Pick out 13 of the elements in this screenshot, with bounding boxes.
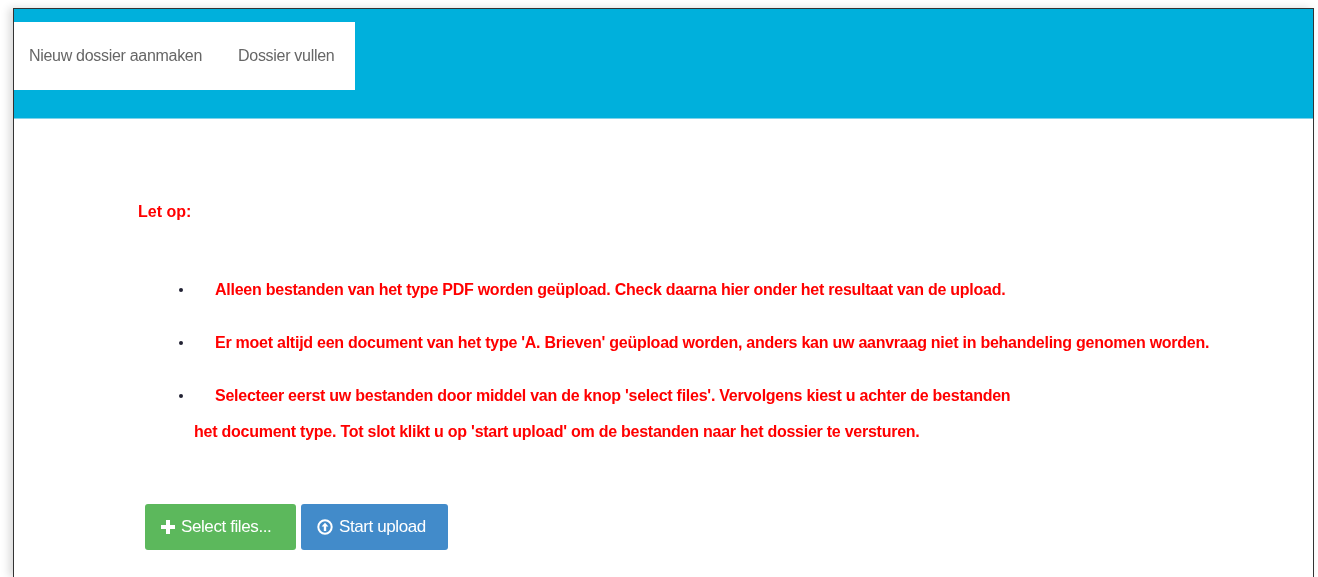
plus-icon [161,520,175,534]
bullet-icon [179,394,183,398]
bullet-icon [179,288,183,292]
nav-link[interactable]: Nieuw dossier aanmaken [14,47,221,65]
notice-text: Selecteer eerst uw bestanden door middel van de knop 'select files'. Vervolgens kiest u achter de bestanden [215,387,1011,405]
nav-link[interactable]: Dossier vullen [220,47,353,65]
notice-text: het document type. Tot slot klikt u op 'start upload' om de bestanden naar het dossier te versturen. [193,423,921,441]
notice-heading: Let op: [138,203,193,221]
start-upload-button[interactable]: Start upload [301,504,448,550]
notice-text: Er moet altijd een document van het type 'A. Brieven' geüpload worden, anders kan uw aanvraag niet in behandeling genomen worden. [215,334,1210,352]
bullet-icon [179,341,183,345]
upload-icon [317,519,333,535]
notice-text: Alleen bestanden van het type PDF worden geüpload. Check daarna hier onder het resultaat van de upload. [215,281,1006,299]
